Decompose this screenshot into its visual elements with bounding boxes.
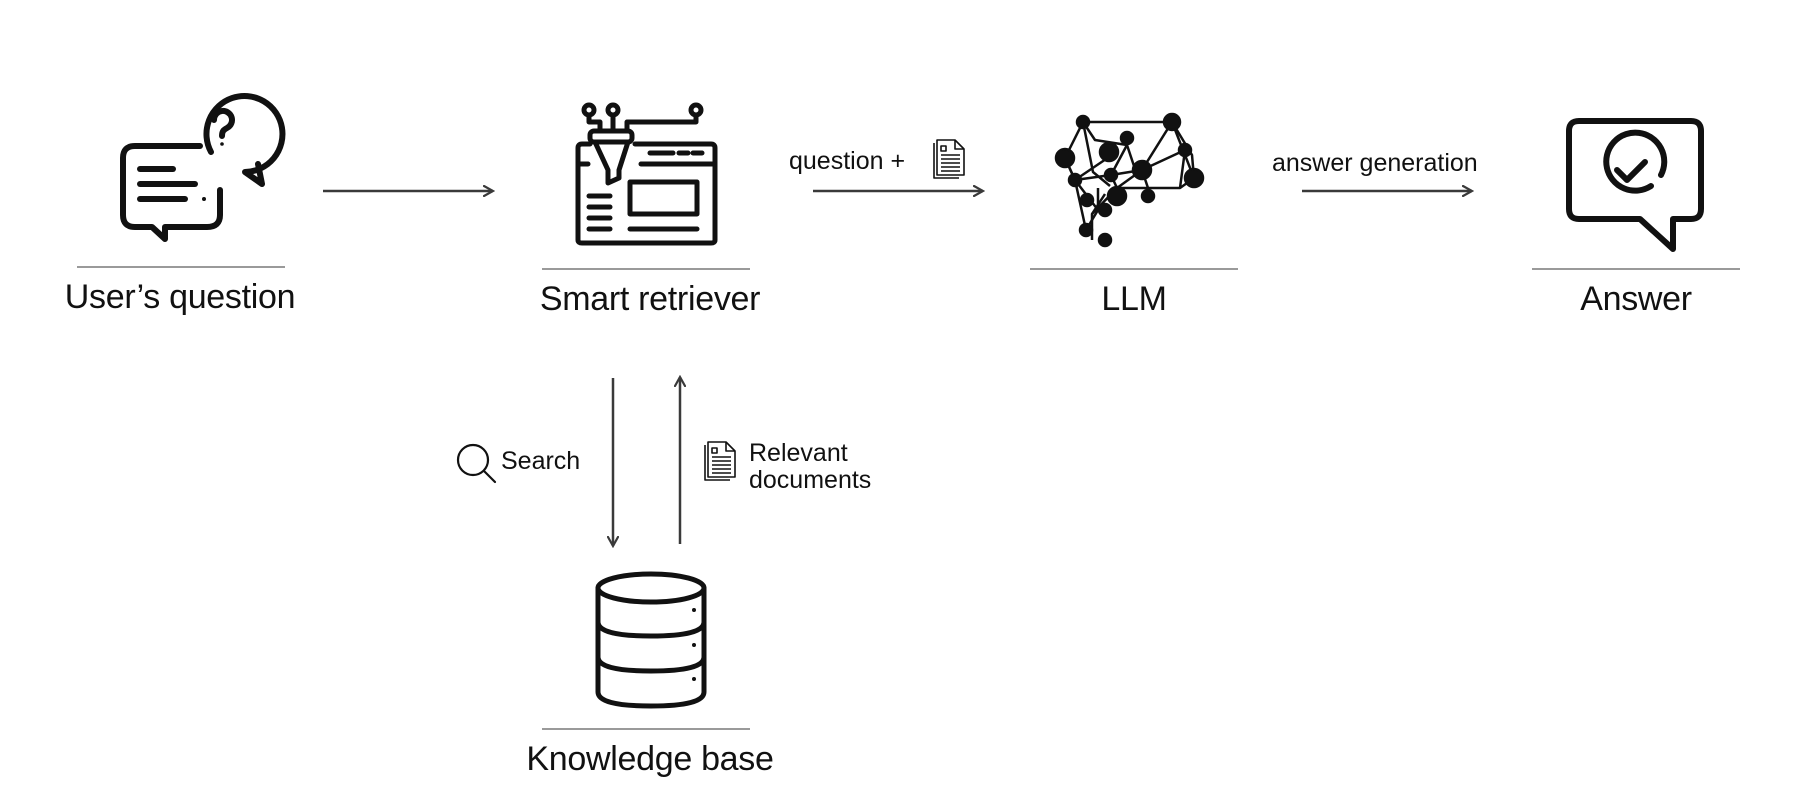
search-icon [455,442,497,484]
edge-label-relevant-line1: Relevant [749,439,848,467]
edge-label-search: Search [501,447,581,475]
edge-label-question: question + [789,147,906,175]
edge-label-answer-generation: answer generation [1272,149,1478,177]
document-icon [931,138,969,180]
arrows-layer [323,0,1807,811]
edge-label-relevant-documents: Relevant documents [749,440,871,494]
edge-label-relevant-line2: documents [749,466,872,494]
document-icon [702,440,740,482]
